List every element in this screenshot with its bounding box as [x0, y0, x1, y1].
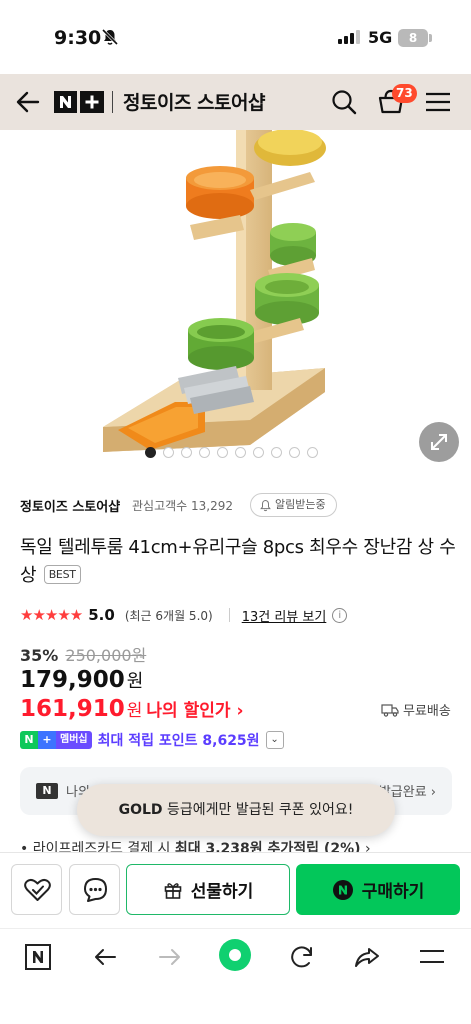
rating-row: ★★★★★ 5.0 (최근 6개월 5.0) 13건 리뷰 보기 i [20, 604, 348, 626]
expand-image-button[interactable] [419, 422, 459, 462]
expand-arrows-icon [431, 434, 447, 450]
gallery-dot[interactable] [289, 447, 300, 458]
discount-line: 35% 250,000원 [20, 642, 146, 666]
gallery-dot[interactable] [253, 447, 264, 458]
search-icon[interactable] [330, 88, 358, 116]
membership-badge-plus: + [38, 731, 56, 749]
buy-button[interactable]: 구매하기 [296, 864, 460, 915]
marble-run-toy-illustration [103, 130, 326, 452]
original-price: 250,000원 [65, 646, 147, 665]
browser-toolbar [0, 928, 471, 1024]
gallery-dot[interactable] [145, 447, 156, 458]
shipping-label: 무료배송 [403, 704, 451, 719]
sale-price-value: 179,900 [20, 667, 125, 693]
back-arrow-icon[interactable] [14, 88, 42, 116]
gift-button-label: 선물하기 [190, 882, 254, 902]
coupon-toast[interactable]: GOLD 등급에게만 발급된 쿠폰 있어요! [77, 784, 395, 836]
rating-score: 5.0 [88, 606, 115, 624]
cart-count-badge: 73 [392, 84, 417, 103]
store-fan-count: 관심고객수 13,292 [132, 499, 234, 513]
bell-muted-icon [101, 28, 119, 46]
naver-pay-icon [332, 879, 353, 900]
product-image[interactable] [0, 130, 471, 475]
gallery-dot[interactable] [163, 447, 174, 458]
status-bar: 9:30 5G 8 [0, 0, 471, 74]
naver-plus-logo[interactable] [54, 91, 104, 113]
product-title: 독일 텔레투룸 41cm+유리구슬 8pcs 최우수 장난감 상 수상 BEST [20, 534, 460, 590]
toast-grade: GOLD [118, 802, 163, 818]
rating-stars-icon: ★★★★★ [20, 606, 83, 624]
naver-home-icon[interactable] [24, 943, 52, 971]
gallery-pagination [145, 447, 318, 459]
heart-check-icon [24, 878, 51, 901]
toast-text: 등급에게만 발급된 쿠폰 있어요! [162, 802, 354, 818]
status-time: 9:30 [54, 27, 102, 49]
naver-n-badge: N [36, 783, 58, 799]
refresh-icon[interactable] [288, 943, 316, 971]
sale-price-unit: 원 [126, 671, 144, 692]
talk-button[interactable] [69, 864, 120, 915]
gift-button[interactable]: 선물하기 [126, 864, 290, 915]
my-price-label: 나의 할인가 › [146, 701, 244, 721]
my-discount-price[interactable]: 161,910 원 나의 할인가 › [20, 696, 243, 722]
store-name-link[interactable]: 정토이즈 스토어샵 [20, 496, 120, 515]
green-dot-icon[interactable] [218, 938, 252, 972]
store-info: 정토이즈 스토어샵 관심고객수 13,292 알림받는중 [20, 493, 460, 517]
best-badge: BEST [43, 565, 81, 584]
membership-points-row[interactable]: N + 멤버십 최대 적립 포인트 8,625원 ⌄ [20, 730, 284, 750]
signal-icon [338, 30, 360, 44]
network-type: 5G [368, 28, 393, 47]
header-store-name[interactable]: 정토이즈 스토어샵 [123, 88, 265, 115]
browser-forward-icon[interactable] [156, 943, 184, 971]
rating-divider [228, 608, 230, 622]
browser-back-icon[interactable] [91, 943, 119, 971]
chevron-down-icon[interactable]: ⌄ [265, 731, 284, 749]
battery-indicator: 8 [398, 29, 428, 47]
purchase-action-bar: 선물하기 구매하기 [0, 852, 471, 928]
gallery-dot[interactable] [307, 447, 318, 458]
gallery-dot[interactable] [181, 447, 192, 458]
gallery-dot[interactable] [217, 447, 228, 458]
rating-recent: (최근 6개월 5.0) [124, 608, 213, 623]
browser-menu-icon[interactable] [418, 943, 446, 971]
discount-percent: 35% [20, 646, 59, 665]
gallery-dot[interactable] [235, 447, 246, 458]
gallery-dot[interactable] [199, 447, 210, 458]
max-points: 최대 적립 포인트 8,625원 [97, 733, 260, 749]
shipping-info: 무료배송 [381, 700, 451, 719]
product-title-text: 독일 텔레투룸 41cm+유리구슬 8pcs 최우수 장난감 상 수상 [20, 537, 456, 586]
gift-icon [164, 882, 182, 899]
membership-badge-label: 멤버십 [56, 731, 92, 749]
bell-icon [260, 499, 271, 511]
truck-icon [381, 703, 399, 717]
sale-price: 179,900 원 [20, 667, 143, 693]
buy-button-label: 구매하기 [361, 882, 425, 902]
battery-tip [429, 34, 432, 42]
hamburger-menu-icon[interactable] [424, 89, 452, 115]
gallery-dot[interactable] [271, 447, 282, 458]
my-price-unit: 원 [126, 701, 143, 721]
info-icon[interactable]: i [332, 607, 348, 623]
store-alert-label: 알림받는중 [275, 498, 326, 511]
chat-bubble-icon [84, 878, 107, 902]
naver-plus-membership-badge: N + 멤버십 [20, 731, 92, 749]
store-alert-button[interactable]: 알림받는중 [250, 493, 337, 517]
header-divider [112, 91, 113, 113]
reviews-link[interactable]: 13건 리뷰 보기 [242, 606, 327, 625]
share-icon[interactable] [353, 943, 381, 971]
wishlist-button[interactable] [11, 864, 62, 915]
store-header: 정토이즈 스토어샵 73 [0, 74, 471, 130]
my-price-value: 161,910 [20, 696, 125, 722]
membership-badge-n: N [20, 731, 38, 749]
